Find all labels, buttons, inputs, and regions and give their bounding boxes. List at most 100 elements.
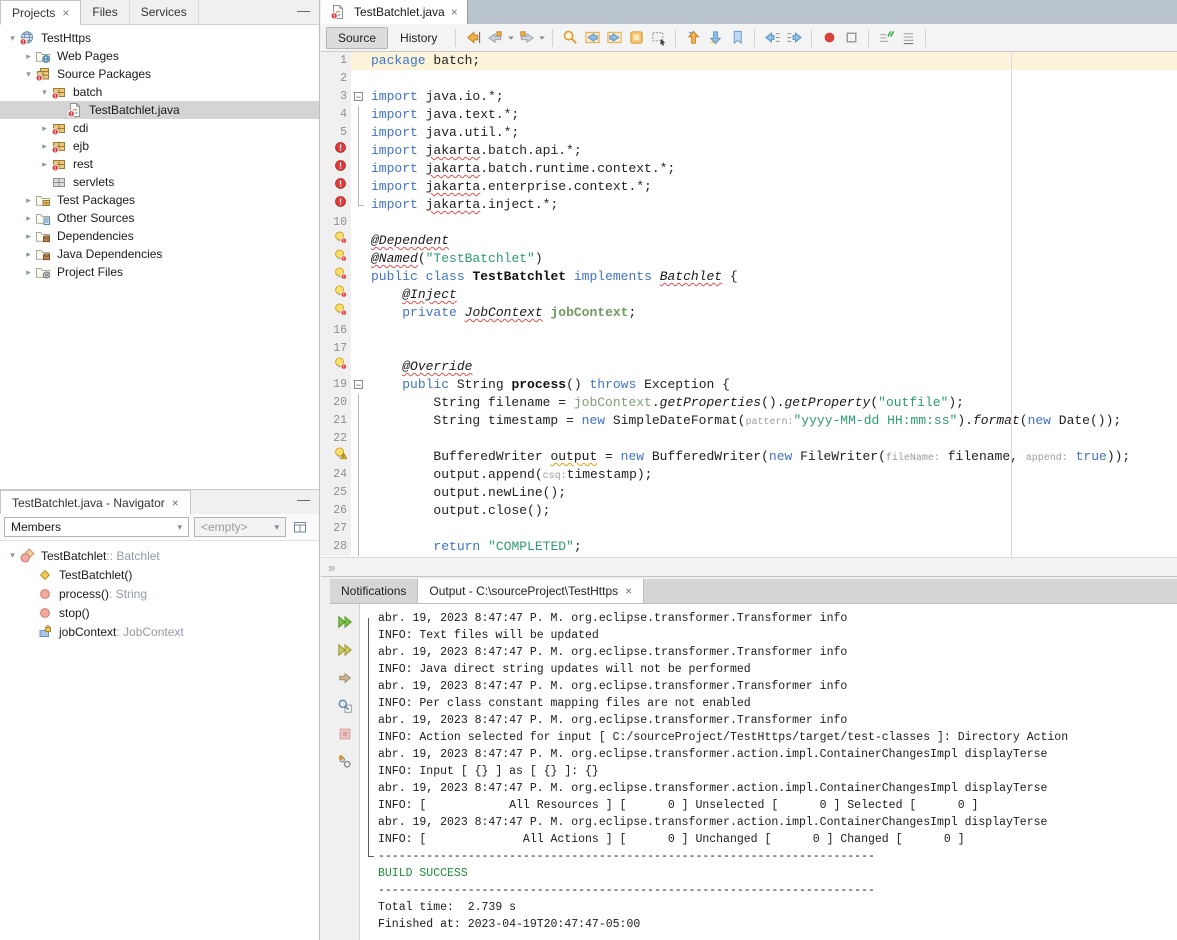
tree-row-ejb[interactable]: ▸ejb bbox=[0, 137, 319, 155]
navigator-row-stop-[interactable]: stop() bbox=[0, 603, 319, 622]
expander-closed-icon[interactable]: ▸ bbox=[22, 267, 35, 278]
caret-icon[interactable] bbox=[537, 27, 546, 49]
editor-line[interactable]: @Inject bbox=[321, 286, 1177, 304]
editor-line[interactable]: 25 output.newLine(); bbox=[321, 484, 1177, 502]
editor-line[interactable]: 2 bbox=[321, 70, 1177, 88]
editor-tab-testbatchlet[interactable]: TestBatchlet.java× bbox=[321, 0, 468, 24]
hint-error-icon[interactable] bbox=[334, 303, 347, 323]
close-icon[interactable]: × bbox=[625, 584, 632, 598]
fold-marker[interactable]: − bbox=[351, 376, 367, 394]
projects-minimize-button[interactable]: — bbox=[297, 3, 310, 18]
error-badge-icon[interactable] bbox=[334, 141, 347, 161]
editor-line[interactable]: BufferedWriter output = new BufferedWrit… bbox=[321, 448, 1177, 466]
editor-line[interactable]: import jakarta.inject.*; bbox=[321, 196, 1177, 214]
panel-tab-projects[interactable]: Projects× bbox=[0, 0, 81, 25]
uncomment-icon[interactable] bbox=[897, 27, 919, 49]
fold-marker[interactable] bbox=[351, 448, 367, 466]
editor-line[interactable]: 20 String filename = jobContext.getPrope… bbox=[321, 394, 1177, 412]
back-icon[interactable] bbox=[484, 27, 506, 49]
fold-marker[interactable] bbox=[351, 124, 367, 142]
tree-row-testbatchlet-java[interactable]: TestBatchlet.java bbox=[0, 101, 319, 119]
tree-row-project-files[interactable]: ▸Project Files bbox=[0, 263, 319, 281]
navigator-row-jobcontext[interactable]: jobContext : JobContext bbox=[0, 622, 319, 641]
tree-row-web-pages[interactable]: ▸Web Pages bbox=[0, 47, 319, 65]
history-view-button[interactable]: History bbox=[388, 27, 449, 49]
editor-breadcrumb[interactable]: » bbox=[321, 557, 1177, 577]
caret-icon[interactable] bbox=[506, 27, 515, 49]
code-editor[interactable]: 1package batch;23−import java.io.*;4impo… bbox=[321, 52, 1177, 557]
editor-line[interactable]: 26 output.close(); bbox=[321, 502, 1177, 520]
expander-open-icon[interactable]: ▾ bbox=[6, 33, 19, 44]
output-log[interactable]: abr. 19, 2023 8:47:47 P. M. org.eclipse.… bbox=[360, 604, 1177, 940]
hint-error-icon[interactable] bbox=[334, 249, 347, 269]
editor-line[interactable]: 16 bbox=[321, 322, 1177, 340]
navigator-columns-button[interactable] bbox=[291, 516, 315, 538]
navigator-row-testbatchlet-[interactable]: TestBatchlet() bbox=[0, 565, 319, 584]
panel-tab-files[interactable]: Files bbox=[81, 0, 129, 24]
navigator-minimize-button[interactable]: — bbox=[297, 492, 310, 507]
highlight-icon[interactable] bbox=[625, 27, 647, 49]
close-icon[interactable]: × bbox=[62, 6, 69, 20]
find-prev-icon[interactable] bbox=[581, 27, 603, 49]
editor-line[interactable]: 22 bbox=[321, 430, 1177, 448]
editor-line[interactable]: 27 bbox=[321, 520, 1177, 538]
expander-closed-icon[interactable]: ▸ bbox=[22, 51, 35, 62]
tree-row-java-dependencies[interactable]: ▸Java Dependencies bbox=[0, 245, 319, 263]
expander-closed-icon[interactable]: ▸ bbox=[38, 159, 51, 170]
editor-line[interactable]: 3−import java.io.*; bbox=[321, 88, 1177, 106]
error-badge-icon[interactable] bbox=[334, 195, 347, 215]
editor-line[interactable]: @Override bbox=[321, 358, 1177, 376]
expander-closed-icon[interactable]: ▸ bbox=[22, 213, 35, 224]
editor-line[interactable]: 24 output.append(csq:timestamp); bbox=[321, 466, 1177, 484]
stop-button[interactable] bbox=[335, 725, 355, 743]
hint-error-icon[interactable] bbox=[334, 267, 347, 287]
editor-line[interactable]: 5import java.util.*; bbox=[321, 124, 1177, 142]
stop-macro-icon[interactable] bbox=[840, 27, 862, 49]
prev-occurrence-icon[interactable] bbox=[682, 27, 704, 49]
tree-row-test-packages[interactable]: ▸Test Packages bbox=[0, 191, 319, 209]
expander-open-icon[interactable]: ▾ bbox=[6, 550, 19, 561]
find-next-icon[interactable] bbox=[603, 27, 625, 49]
output-tab-notifications[interactable]: Notifications bbox=[330, 579, 417, 603]
editor-line[interactable]: @Named("TestBatchlet") bbox=[321, 250, 1177, 268]
expander-closed-icon[interactable]: ▸ bbox=[22, 195, 35, 206]
editor-line[interactable]: 4import java.text.*; bbox=[321, 106, 1177, 124]
hint-error-icon[interactable] bbox=[334, 231, 347, 251]
navigator-members-select[interactable]: Members ▾ bbox=[4, 517, 189, 537]
fold-marker[interactable]: − bbox=[351, 88, 367, 106]
editor-line[interactable]: 21 String timestamp = new SimpleDateForm… bbox=[321, 412, 1177, 430]
editor-line[interactable]: private JobContext jobContext; bbox=[321, 304, 1177, 322]
error-badge-icon[interactable] bbox=[334, 159, 347, 179]
close-icon[interactable]: × bbox=[451, 5, 458, 19]
last-edit-icon[interactable] bbox=[462, 27, 484, 49]
navigator-row-process-[interactable]: process() : String bbox=[0, 584, 319, 603]
fold-marker[interactable] bbox=[351, 160, 367, 178]
hint-error-icon[interactable] bbox=[334, 285, 347, 305]
tree-row-source-packages[interactable]: ▾Source Packages bbox=[0, 65, 319, 83]
fold-marker[interactable] bbox=[351, 178, 367, 196]
rect-select-icon[interactable] bbox=[647, 27, 669, 49]
expander-closed-icon[interactable]: ▸ bbox=[38, 123, 51, 134]
fold-marker[interactable] bbox=[351, 106, 367, 124]
bookmark-icon[interactable] bbox=[726, 27, 748, 49]
navigator-inheritance-select[interactable]: <empty> ▾ bbox=[194, 517, 286, 537]
fold-marker[interactable] bbox=[351, 142, 367, 160]
expander-closed-icon[interactable]: ▸ bbox=[22, 249, 35, 260]
resume-button[interactable] bbox=[335, 669, 355, 687]
fold-marker[interactable] bbox=[351, 484, 367, 502]
fold-marker[interactable] bbox=[351, 412, 367, 430]
tree-row-dependencies[interactable]: ▸Dependencies bbox=[0, 227, 319, 245]
tree-row-batch[interactable]: ▾batch bbox=[0, 83, 319, 101]
tree-row-other-sources[interactable]: ▸Other Sources bbox=[0, 209, 319, 227]
navigator-tab[interactable]: TestBatchlet.java - Navigator× bbox=[0, 490, 191, 515]
editor-line[interactable]: import jakarta.batch.runtime.context.*; bbox=[321, 160, 1177, 178]
fold-marker[interactable] bbox=[351, 466, 367, 484]
options-button[interactable] bbox=[335, 753, 355, 771]
editor-line[interactable]: 10 bbox=[321, 214, 1177, 232]
fold-marker[interactable] bbox=[351, 394, 367, 412]
editor-line[interactable]: 28 return "COMPLETED"; bbox=[321, 538, 1177, 556]
fold-marker[interactable] bbox=[351, 538, 367, 556]
rerun-button[interactable] bbox=[335, 613, 355, 631]
shift-right-icon[interactable] bbox=[783, 27, 805, 49]
tree-row-servlets[interactable]: servlets bbox=[0, 173, 319, 191]
